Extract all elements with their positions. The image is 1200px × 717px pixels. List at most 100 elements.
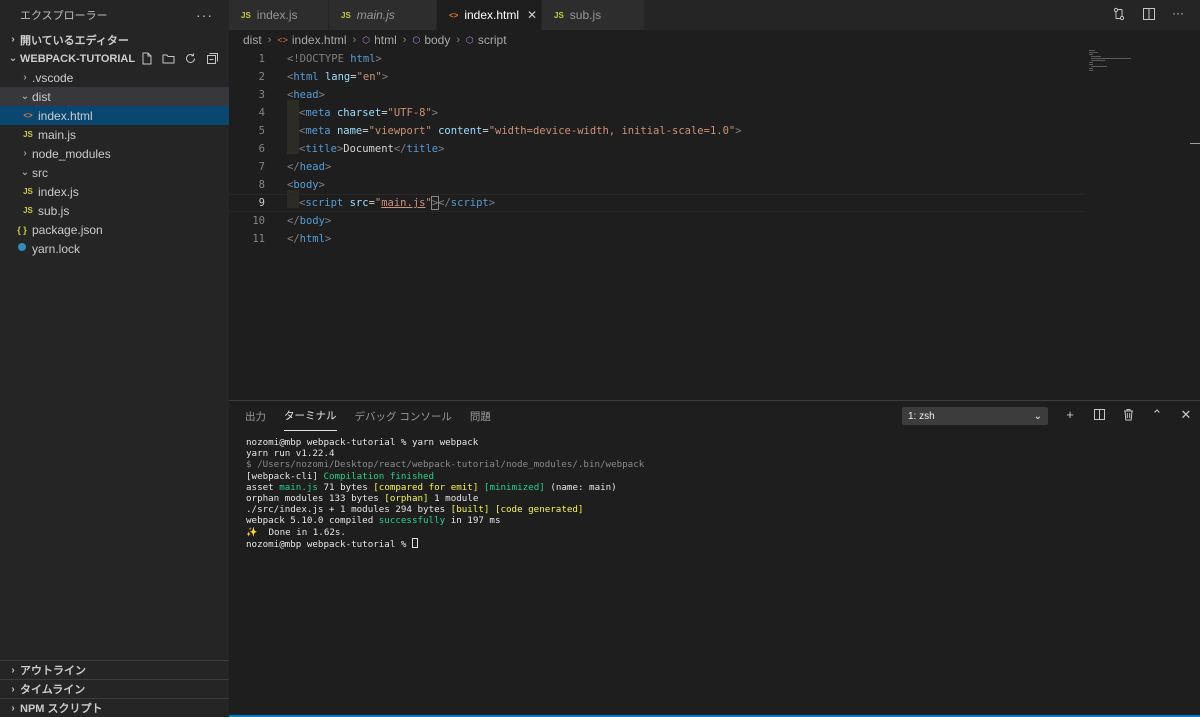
tree-folder-vscode[interactable]: › .vscode <box>0 68 229 87</box>
symbol-cube-icon: ⬡ <box>362 34 371 45</box>
tree-item-label: index.js <box>38 184 79 199</box>
tree-folder-dist[interactable]: ⌄ dist <box>0 87 229 106</box>
scrollbar-marker[interactable] <box>1190 143 1200 144</box>
tab-output[interactable]: 出力 <box>245 401 266 431</box>
new-file-icon[interactable] <box>140 52 153 65</box>
tab-label: index.html <box>464 8 520 22</box>
tree-folder-node-modules[interactable]: › node_modules <box>0 144 229 163</box>
tab-index-js[interactable]: JS index.js <box>229 0 329 30</box>
explorer-header: エクスプローラー ··· <box>0 0 229 30</box>
tree-file-package-json[interactable]: { } package.json <box>0 220 229 239</box>
add-terminal-icon[interactable]: + <box>1063 408 1077 422</box>
chevron-down-icon: ⌄ <box>1033 410 1042 422</box>
maximize-panel-icon[interactable]: ⌃ <box>1150 408 1164 422</box>
terminal-select-value: 1: zsh <box>908 410 935 422</box>
line-number: 5 <box>258 125 265 137</box>
tab-terminal[interactable]: ターミナル <box>284 401 337 431</box>
tab-main-js[interactable]: JS main.js <box>329 0 437 30</box>
tree-item-label: index.html <box>38 108 93 123</box>
line-number: 3 <box>258 89 265 101</box>
breadcrumb-item-html[interactable]: html <box>374 33 397 47</box>
close-icon[interactable]: ✕ <box>1179 408 1193 422</box>
trash-icon[interactable] <box>1121 408 1135 422</box>
html-file-icon: <> <box>449 10 459 20</box>
terminal-line: ✨ Done in 1.62s. <box>246 526 346 538</box>
timeline-section[interactable]: › タイムライン <box>0 679 229 698</box>
outline-section[interactable]: › アウトライン <box>0 660 229 679</box>
chevron-right-icon: › <box>352 34 357 46</box>
panel-tabs: 出力 ターミナル デバッグ コンソール 問題 <box>229 401 1200 431</box>
tab-sub-js[interactable]: JS sub.js <box>542 0 645 30</box>
tree-file-index-html[interactable]: <> index.html <box>0 106 229 125</box>
line-number: 6 <box>258 143 265 155</box>
tree-file-main-js[interactable]: JS main.js <box>0 125 229 144</box>
explorer-sidebar: エクスプローラー ··· › 開いているエディター ⌄ WEBPACK-TUTO… <box>0 0 229 717</box>
split-editor-icon[interactable] <box>1142 7 1156 21</box>
code-line: 4 <meta charset="UTF-8"> <box>229 104 1089 122</box>
code-text: <script src="main.js"></script> <box>299 196 496 210</box>
breadcrumb-item-script[interactable]: script <box>478 33 507 47</box>
editor-tabbar: JS index.js JS main.js <> index.html ✕ J… <box>229 0 1200 30</box>
tab-problems[interactable]: 問題 <box>470 401 491 431</box>
more-actions-icon[interactable]: ··· <box>1172 7 1186 21</box>
symbol-cube-icon: ⬡ <box>412 34 421 45</box>
split-terminal-icon[interactable] <box>1092 408 1106 422</box>
code-text: <title>Document</title> <box>299 143 445 155</box>
code-text: <meta name="viewport" content="width=dev… <box>299 125 742 137</box>
terminal-line: ./src/index.js + 1 modules 294 bytes [bu… <box>246 504 584 516</box>
html-file-icon: <> <box>23 111 33 120</box>
code-line: 2 <html lang="en"> <box>229 68 1089 86</box>
line-number: 9 <box>258 197 265 209</box>
breadcrumb: dist › <> index.html › ⬡ html › ⬡ body ›… <box>229 30 1200 50</box>
code-text: <meta charset="UTF-8"> <box>299 107 439 119</box>
open-editors-section[interactable]: › 開いているエディター <box>0 30 229 49</box>
terminal-output[interactable]: nozomi@mbp webpack-tutorial % yarn webpa… <box>246 437 644 550</box>
tab-label: main.js <box>356 8 395 22</box>
breadcrumb-item-body[interactable]: body <box>424 33 450 47</box>
terminal-line: nozomi@mbp webpack-tutorial % <box>246 537 644 550</box>
terminal-select[interactable]: 1: zsh ⌄ <box>902 407 1048 425</box>
chevron-right-icon: › <box>23 72 27 83</box>
code-line: 5 <meta name="viewport" content="width=d… <box>229 122 1089 140</box>
code-line-current: 9 <script src="main.js"></script> <box>229 194 1084 212</box>
project-name: WEBPACK-TUTORIAL <box>20 52 136 65</box>
bottom-panel: 出力 ターミナル デバッグ コンソール 問題 1: zsh ⌄ + ⌃ ✕ no… <box>229 400 1200 717</box>
breadcrumb-item-dist[interactable]: dist <box>243 33 262 47</box>
terminal-cursor <box>411 537 418 548</box>
terminal-line: yarn run v1.22.4 <box>246 448 335 460</box>
breadcrumb-item-file[interactable]: index.html <box>292 33 347 47</box>
code-text: <!DOCTYPE html> <box>287 53 382 65</box>
tree-file-yarn-lock[interactable]: yarn.lock <box>0 239 229 258</box>
chevron-down-icon: ⌄ <box>20 91 30 102</box>
minimap[interactable] <box>1089 50 1189 80</box>
chevron-right-icon: › <box>456 34 461 46</box>
terminal-line: $ /Users/nozomi/Desktop/react/webpack-tu… <box>246 459 645 471</box>
npm-scripts-section[interactable]: › NPM スクリプト <box>0 698 229 717</box>
tree-file-index-js[interactable]: JS index.js <box>0 182 229 201</box>
tree-item-label: src <box>32 165 48 180</box>
tree-item-label: node_modules <box>32 146 111 161</box>
code-line: 3 <head> <box>229 86 1089 104</box>
tree-folder-src[interactable]: ⌄ src <box>0 163 229 182</box>
project-section[interactable]: ⌄ WEBPACK-TUTORIAL <box>0 49 229 68</box>
panel-actions: + ⌃ ✕ <box>1063 408 1193 422</box>
code-text: <body> <box>287 179 325 191</box>
collapse-all-icon[interactable] <box>206 52 219 65</box>
new-folder-icon[interactable] <box>162 52 175 65</box>
chevron-down-icon: ⌄ <box>20 167 30 178</box>
tab-debug-console[interactable]: デバッグ コンソール <box>355 401 452 431</box>
tab-label: index.js <box>256 8 298 22</box>
refresh-icon[interactable] <box>184 52 197 65</box>
chevron-right-icon: › <box>402 34 407 46</box>
tab-index-html[interactable]: <> index.html ✕ <box>437 0 542 30</box>
symbol-cube-icon: ⬡ <box>466 34 474 45</box>
open-changes-icon[interactable] <box>1112 7 1126 21</box>
chevron-right-icon: › <box>11 702 15 714</box>
more-actions-icon[interactable]: ··· <box>196 7 213 23</box>
code-editor[interactable]: 1 <!DOCTYPE html> 2 <html lang="en"> 3 <… <box>229 50 1200 400</box>
code-line: 8 <body> <box>229 176 1089 194</box>
js-file-icon: JS <box>341 10 351 20</box>
close-icon[interactable]: ✕ <box>527 8 537 22</box>
chevron-right-icon: › <box>11 34 15 45</box>
tree-file-sub-js[interactable]: JS sub.js <box>0 201 229 220</box>
